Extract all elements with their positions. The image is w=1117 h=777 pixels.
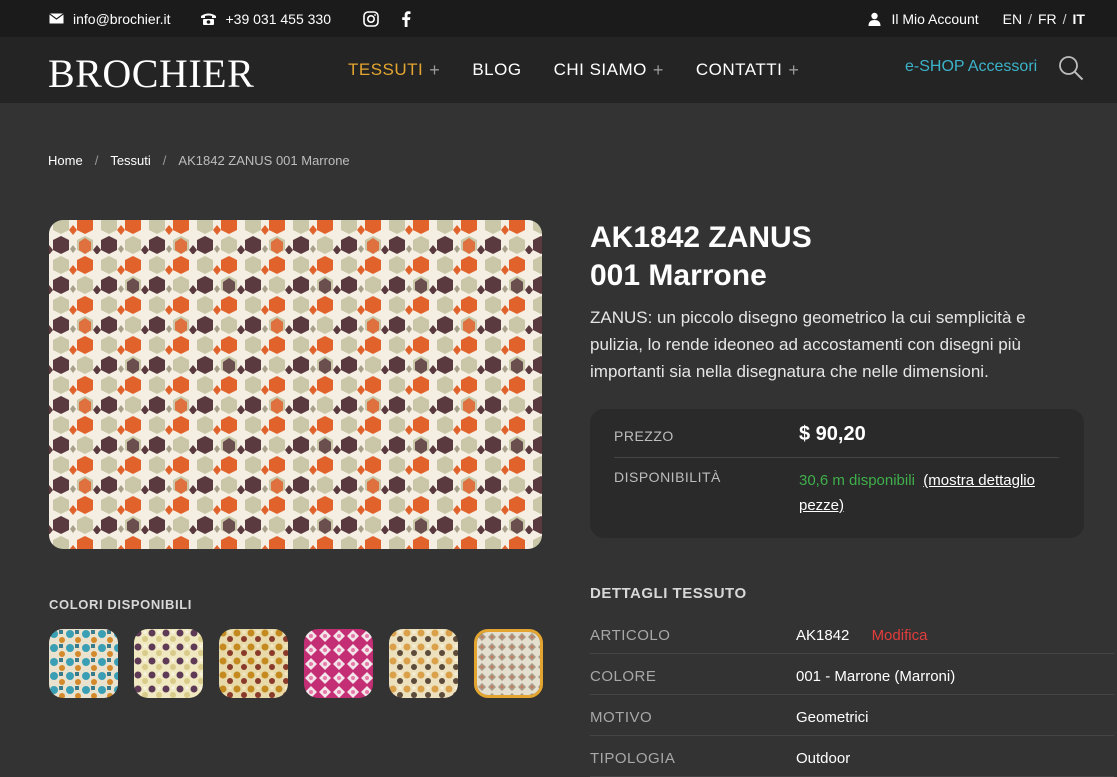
swatch-pattern (389, 629, 458, 698)
lang-fr[interactable]: FR (1038, 11, 1057, 27)
swatch-pattern (304, 629, 373, 698)
top-bar: info@brochier.it +39 031 455 330 Il Mio … (0, 0, 1117, 37)
main-nav: TESSUTI + BLOG CHI SIAMO + CONTATTI + (348, 37, 831, 103)
phone-link[interactable]: +39 031 455 330 (200, 10, 331, 27)
plus-icon: + (652, 59, 664, 80)
product-title-line1: AK1842 ZANUS (590, 221, 812, 254)
breadcrumb-tessuti[interactable]: Tessuti (110, 153, 150, 168)
nav-label: BLOG (472, 60, 522, 79)
swatch-pattern (219, 629, 288, 698)
detail-value: AK1842 Modifica (796, 627, 927, 644)
availability-label: DISPONIBILITÀ (614, 469, 721, 485)
swatch-pattern (477, 632, 540, 695)
product-title: AK1842 ZANUS 001 Marrone (590, 219, 812, 295)
product-description: ZANUS: un piccolo disegno geometrico la … (590, 308, 1026, 381)
price-value: $ 90,20 (799, 423, 866, 445)
breadcrumb-separator: / (162, 153, 167, 168)
breadcrumb-separator: / (94, 153, 99, 168)
detail-key: COLORE (590, 668, 657, 685)
colors-label: COLORI DISPONIBILI (49, 597, 192, 612)
nav-item-tessuti[interactable]: TESSUTI + (348, 60, 440, 81)
language-switcher: EN / FR / IT (1003, 11, 1085, 27)
plus-icon: + (429, 59, 441, 80)
detail-row-articolo: ARTICOLO AK1842 Modifica (590, 613, 1114, 654)
swatch-pattern (134, 629, 203, 698)
fabric-pattern (49, 220, 542, 549)
detail-row-motivo: MOTIVO Geometrici (590, 695, 1114, 736)
instagram-link[interactable] (363, 10, 380, 27)
color-swatches (49, 629, 543, 698)
breadcrumb-current: AK1842 ZANUS 001 Marrone (178, 153, 350, 168)
account-language: Il Mio Account EN / FR / IT (866, 0, 1085, 37)
detail-key: ARTICOLO (590, 627, 671, 644)
facebook-link[interactable] (398, 10, 415, 27)
breadcrumb-home[interactable]: Home (48, 153, 83, 168)
availability: 30,6 m disponibili (mostra dettaglio pez… (799, 468, 1039, 518)
price-label: PREZZO (614, 428, 674, 444)
detail-value: Geometrici (796, 709, 869, 726)
nav-label: TESSUTI (348, 60, 424, 79)
detail-row-tipologia: TIPOLOGIA Outdoor (590, 736, 1114, 777)
nav-item-blog[interactable]: BLOG (472, 60, 521, 80)
brand-logo[interactable]: BROCHIER (48, 50, 254, 97)
color-swatch-selected[interactable] (474, 629, 543, 698)
lang-separator: / (1028, 10, 1032, 27)
phone-icon (200, 10, 217, 27)
edit-link[interactable]: Modifica (872, 627, 928, 644)
eshop-link[interactable]: e-SHOP Accessori (905, 58, 1037, 76)
color-swatch[interactable] (304, 629, 373, 698)
phone-text: +39 031 455 330 (225, 10, 331, 27)
product-image[interactable] (49, 220, 542, 549)
color-swatch[interactable] (49, 629, 118, 698)
detail-value: Outdoor (796, 750, 851, 767)
price-box: PREZZO $ 90,20 DISPONIBILITÀ 30,6 m disp… (590, 409, 1084, 538)
color-swatch[interactable] (219, 629, 288, 698)
nav-label: CHI SIAMO (553, 60, 647, 79)
account-link[interactable]: Il Mio Account (866, 10, 979, 27)
nav-label: CONTATTI (695, 60, 783, 79)
user-icon (866, 10, 883, 27)
details-title: DETTAGLI TESSUTO (590, 585, 747, 602)
nav-item-contatti[interactable]: CONTATTI + (696, 60, 799, 81)
nav-item-chi-siamo[interactable]: CHI SIAMO + (554, 60, 664, 81)
email-link[interactable]: info@brochier.it (48, 10, 170, 27)
availability-value: 30,6 m disponibili (799, 472, 915, 489)
lang-it[interactable]: IT (1073, 11, 1085, 27)
main-header: BROCHIER TESSUTI + BLOG CHI SIAMO + CONT… (0, 37, 1117, 103)
breadcrumb: Home / Tessuti / AK1842 ZANUS 001 Marron… (48, 153, 350, 168)
facebook-icon (398, 10, 415, 27)
lang-separator: / (1062, 10, 1067, 27)
account-text: Il Mio Account (891, 10, 979, 27)
envelope-icon (48, 10, 65, 27)
search-icon[interactable] (1058, 55, 1084, 86)
product-title-line2: 001 Marrone (590, 259, 767, 292)
swatch-pattern (49, 629, 118, 698)
detail-row-colore: COLORE 001 - Marrone (Marroni) (590, 654, 1114, 695)
contact-links: info@brochier.it +39 031 455 330 (48, 0, 445, 37)
detail-key: TIPOLOGIA (590, 750, 676, 767)
detail-key: MOTIVO (590, 709, 653, 726)
plus-icon: + (788, 59, 800, 80)
detail-value: 001 - Marrone (Marroni) (796, 668, 956, 685)
instagram-icon (363, 10, 380, 27)
article-code: AK1842 (796, 627, 850, 644)
divider (614, 457, 1059, 458)
color-swatch[interactable] (134, 629, 203, 698)
lang-en[interactable]: EN (1003, 11, 1022, 27)
color-swatch[interactable] (389, 629, 458, 698)
email-text: info@brochier.it (73, 10, 171, 27)
